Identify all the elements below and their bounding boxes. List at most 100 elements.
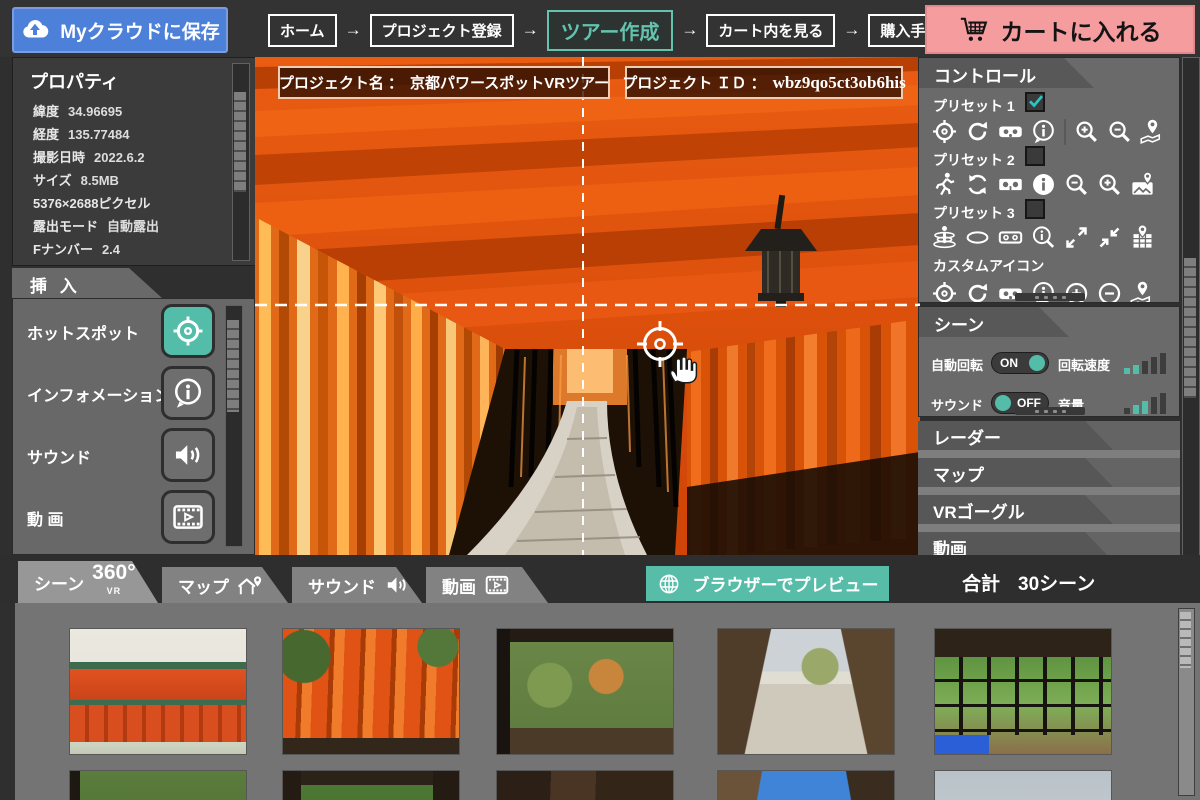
breadcrumb-home[interactable]: ホーム bbox=[268, 14, 337, 47]
vr-tour-builder-window: Myクラウドに保存 ホーム → プロジェクト登録 → ツアー作成 → カート内を… bbox=[0, 0, 1200, 800]
zoom-out-icon[interactable] bbox=[1063, 171, 1090, 198]
preset3-checkbox[interactable] bbox=[1025, 199, 1045, 219]
hotspot-target-icon bbox=[171, 314, 205, 348]
scene-thumbnail-dusk-street[interactable] bbox=[497, 771, 673, 800]
preset2-checkbox[interactable] bbox=[1025, 146, 1045, 166]
target-icon[interactable] bbox=[931, 280, 958, 303]
information-insert-button[interactable] bbox=[161, 366, 215, 420]
breadcrumb-arrow: → bbox=[522, 20, 539, 40]
scene-section-tab[interactable]: シーン bbox=[919, 307, 1069, 337]
cart-button-label: カートに入れる bbox=[1001, 13, 1162, 47]
scene-thumbnail-torii-gate-tunnel[interactable] bbox=[283, 629, 459, 754]
map-section-collapsed[interactable]: マップ bbox=[918, 458, 1180, 495]
scene-thumbnail-tatami-room-garden-view[interactable] bbox=[935, 629, 1111, 754]
property-row: Fナンバー2.4 bbox=[33, 238, 223, 258]
breadcrumb-project-register[interactable]: プロジェクト登録 bbox=[370, 14, 514, 47]
breadcrumb-arrow: → bbox=[843, 20, 860, 40]
breadcrumb-tour-create-active[interactable]: ツアー作成 bbox=[547, 10, 674, 51]
insert-item-sound: サウンド bbox=[13, 427, 255, 485]
target-icon[interactable] bbox=[931, 118, 958, 145]
rotate-icon[interactable] bbox=[964, 118, 991, 145]
sync-rotate-icon[interactable] bbox=[964, 171, 991, 198]
scene-thumbnail-green-window[interactable] bbox=[283, 771, 459, 800]
auto-rotate-toggle[interactable]: ON bbox=[991, 352, 1049, 374]
tab-video[interactable]: 動画 bbox=[426, 567, 548, 603]
video-film-icon bbox=[484, 572, 510, 598]
scene-thumbnail-autumn-garden-veranda[interactable] bbox=[497, 629, 673, 754]
contract-icon[interactable] bbox=[1096, 224, 1123, 251]
toggle-knob bbox=[995, 395, 1011, 411]
properties-list: 緯度34.96695 経度135.77484 撮影日時2022.6.2 サイズ8… bbox=[33, 100, 223, 258]
vr-goggles-outline-icon[interactable] bbox=[997, 224, 1024, 251]
zoom-out-icon[interactable] bbox=[1106, 118, 1133, 145]
scrollbar-thumb[interactable] bbox=[1184, 258, 1196, 398]
property-row: 撮影日時2022.6.2 bbox=[33, 146, 223, 169]
volume-level[interactable] bbox=[1124, 393, 1166, 414]
vr-goggles-section-collapsed[interactable]: VRゴーグル bbox=[918, 495, 1180, 532]
map-house-pin-icon bbox=[237, 572, 263, 598]
scrollbar-thumb[interactable] bbox=[234, 92, 246, 192]
thumbnail-scrollbar[interactable] bbox=[1178, 608, 1195, 796]
map-pin-icon[interactable] bbox=[1129, 280, 1156, 303]
section-resize-handle[interactable] bbox=[1015, 293, 1085, 301]
circle-minus-icon[interactable] bbox=[1096, 280, 1123, 303]
breadcrumb-arrow: → bbox=[681, 20, 698, 40]
map-pin-icon[interactable] bbox=[1139, 118, 1166, 145]
total-scenes-label: 合計30シーン bbox=[962, 569, 1095, 596]
info-search-icon[interactable] bbox=[1030, 224, 1057, 251]
zoom-in-icon[interactable] bbox=[1073, 118, 1100, 145]
insert-scrollbar[interactable] bbox=[225, 305, 243, 547]
scrollbar-thumb[interactable] bbox=[227, 320, 239, 412]
ellipse-orbit-icon[interactable] bbox=[964, 224, 991, 251]
panorama-viewer[interactable]: プロジェクト名 ：京都パワースポットVRツアー プロジェクト ＩＤ ：wbz9q… bbox=[255, 57, 920, 555]
custom-icons-label: カスタムアイコン bbox=[933, 256, 1044, 276]
rotate-speed-level[interactable] bbox=[1124, 353, 1166, 374]
sound-insert-button[interactable] bbox=[161, 428, 215, 482]
vr-goggles-icon[interactable] bbox=[997, 118, 1024, 145]
info-bubble-icon[interactable] bbox=[1030, 118, 1057, 145]
insert-panel-tab: 挿 入 bbox=[12, 268, 162, 298]
section-resize-handle[interactable] bbox=[1015, 407, 1085, 415]
right-panel-scrollbar[interactable] bbox=[1182, 57, 1200, 557]
top-toolbar: Myクラウドに保存 ホーム → プロジェクト登録 → ツアー作成 → カート内を… bbox=[0, 0, 1200, 57]
preset2-icon-row bbox=[931, 171, 1156, 198]
preset1-checkbox[interactable] bbox=[1025, 92, 1045, 112]
scrollbar-thumb[interactable] bbox=[1180, 612, 1191, 668]
orbit-person-icon[interactable] bbox=[931, 224, 958, 251]
map-grid-pin-icon[interactable] bbox=[1129, 224, 1156, 251]
project-id-banner: プロジェクト ＩＤ ：wbz9qo5ct3ob6his bbox=[625, 66, 903, 99]
add-to-cart-button[interactable]: カートに入れる bbox=[925, 5, 1195, 54]
browser-preview-button[interactable]: ブラウザーでプレビュー bbox=[646, 566, 889, 601]
sound-speaker-icon bbox=[171, 438, 205, 472]
tab-map[interactable]: マップ bbox=[162, 567, 288, 603]
cart-icon bbox=[959, 15, 989, 45]
rotate-icon[interactable] bbox=[964, 280, 991, 303]
save-to-cloud-button[interactable]: Myクラウドに保存 bbox=[12, 7, 228, 53]
scene-thumbnail-garden-lantern[interactable] bbox=[70, 771, 246, 800]
properties-panel: プロパティ 緯度34.96695 経度135.77484 撮影日時2022.6.… bbox=[12, 57, 257, 266]
preset1-label: プリセット 1 bbox=[933, 96, 1015, 116]
expand-icon[interactable] bbox=[1063, 224, 1090, 251]
cloud-upload-icon bbox=[20, 15, 50, 45]
vr-cardboard-icon[interactable] bbox=[997, 171, 1024, 198]
zoom-in-icon[interactable] bbox=[1096, 171, 1123, 198]
scene-thumbnail-heian-shrine-gate[interactable] bbox=[70, 629, 246, 754]
tab-scene[interactable]: シーン 360° VR bbox=[18, 561, 158, 603]
info-filled-icon[interactable] bbox=[1030, 171, 1057, 198]
control-section-tab[interactable]: コントロール bbox=[919, 58, 1094, 88]
map-photo-pin-icon[interactable] bbox=[1129, 171, 1156, 198]
radar-section-collapsed[interactable]: レーダー bbox=[918, 421, 1180, 458]
properties-scrollbar[interactable] bbox=[232, 63, 250, 261]
scene-thumbnail-torii-beam-top[interactable] bbox=[935, 771, 1111, 800]
tab-sound[interactable]: サウンド bbox=[292, 567, 422, 603]
walking-person-icon[interactable] bbox=[931, 171, 958, 198]
globe-icon bbox=[657, 572, 681, 596]
auto-rotate-row: 自動回転 ON 回転速度 bbox=[919, 351, 1180, 377]
video-insert-button[interactable] bbox=[161, 490, 215, 544]
scene-thumbnail-blue-sky-street[interactable] bbox=[718, 771, 894, 800]
breadcrumb-view-cart[interactable]: カート内を見る bbox=[706, 14, 835, 47]
scene-thumbnail-stone-paved-street[interactable] bbox=[718, 629, 894, 754]
insert-item-information: インフォメーション bbox=[13, 365, 255, 423]
insert-panel: 挿 入 ホットスポット インフォメーション サウンド 動 画 bbox=[12, 268, 255, 555]
hotspot-insert-button[interactable] bbox=[161, 304, 215, 358]
